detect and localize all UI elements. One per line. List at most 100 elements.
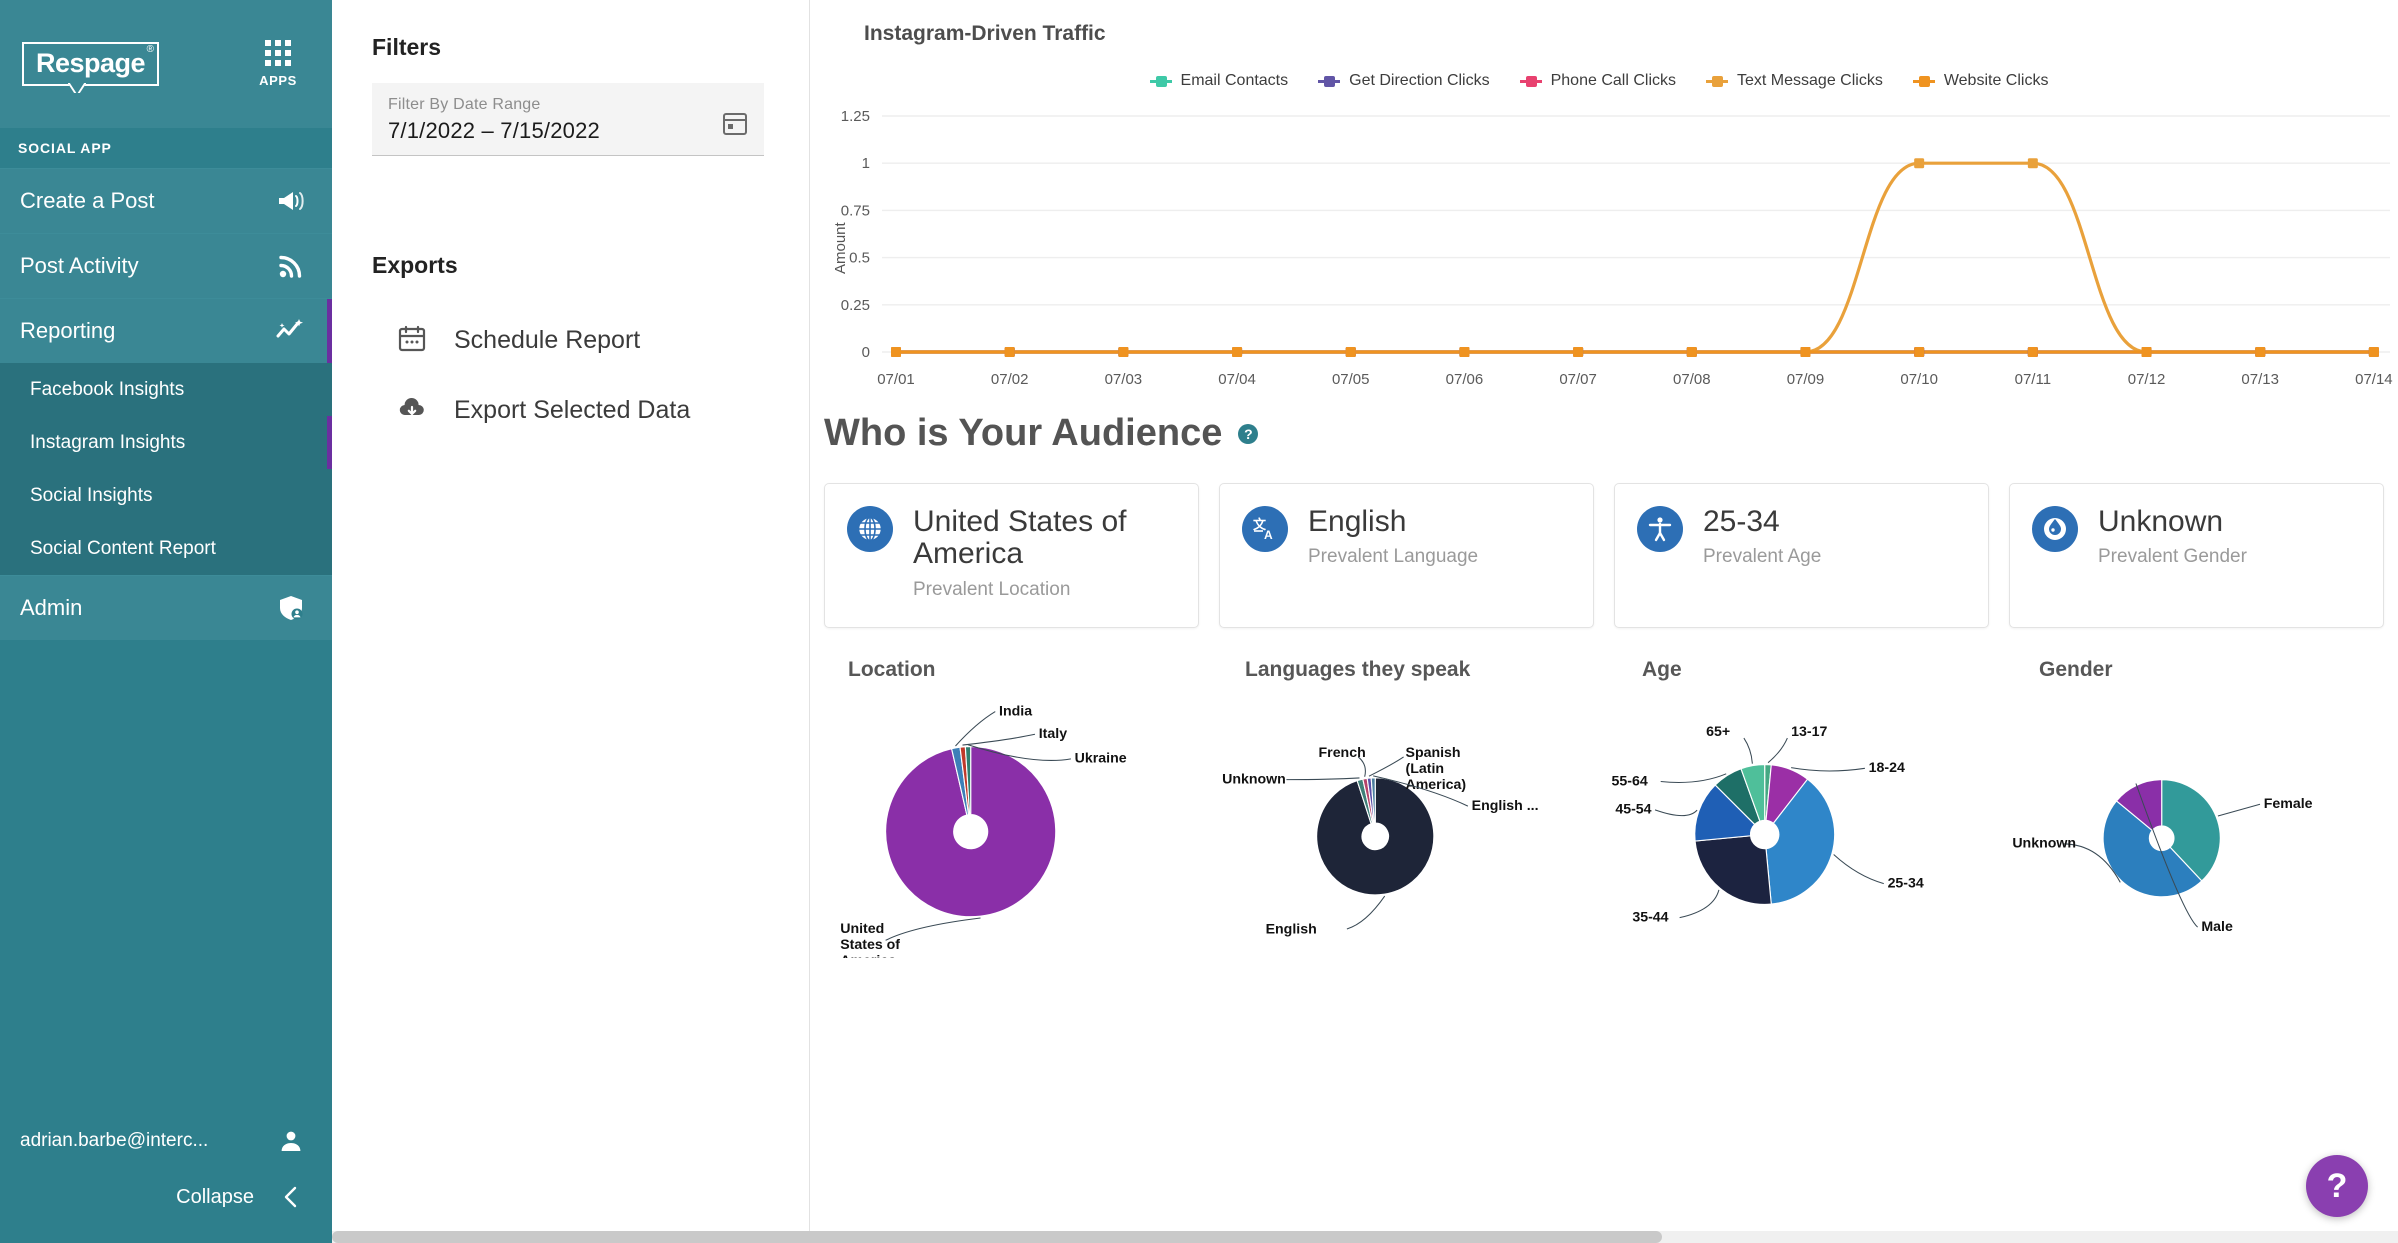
legend-marker — [1912, 75, 1935, 87]
calendar-picker-icon[interactable] — [722, 110, 748, 141]
svg-text:Ukraine: Ukraine — [1075, 750, 1127, 766]
brand-logo-text: Respage — [36, 48, 146, 78]
user-account-row[interactable]: adrian.barbe@interc... — [0, 1113, 332, 1169]
help-info-icon[interactable]: ? — [1238, 423, 1259, 444]
svg-text:25-34: 25-34 — [1888, 875, 1924, 891]
card-prevalent-gender[interactable]: Unknown Prevalent Gender — [2009, 483, 2384, 628]
svg-text:1.25: 1.25 — [841, 108, 870, 125]
sidebar-subitem-label: Instagram Insights — [30, 431, 186, 453]
legend-item-email-contacts[interactable]: Email Contacts — [1149, 72, 1289, 90]
legend-label: Website Clicks — [1943, 72, 2049, 89]
legend-item-phone-call-clicks[interactable]: Phone Call Clicks — [1519, 72, 1676, 90]
pie-svg-age: 13-17 18-24 25-34 35-44 45-54 55-64 65+ — [1612, 724, 1924, 925]
svg-text:07/07: 07/07 — [1559, 371, 1597, 388]
sidebar-item-social-content-report[interactable]: Social Content Report — [0, 522, 332, 575]
svg-text:07/06: 07/06 — [1446, 371, 1484, 388]
main-content: Instagram-Driven Traffic Email Contacts … — [810, 0, 2398, 1243]
sidebar-item-create-a-post[interactable]: Create a Post — [0, 168, 332, 233]
card-value: Unknown — [2098, 505, 2224, 538]
sidebar-item-instagram-insights[interactable]: Instagram Insights — [0, 416, 332, 469]
svg-text:Female: Female — [2264, 796, 2313, 812]
sidebar-item-label: Post Activity — [20, 253, 139, 278]
svg-text:India: India — [999, 703, 1032, 719]
horizontal-scrollbar[interactable] — [332, 1231, 2398, 1243]
pie-chart-location[interactable]: Location UnitedStates ofAmericaIndiaItal… — [810, 658, 1207, 958]
svg-text:07/11: 07/11 — [2015, 371, 2051, 388]
svg-text:07/14: 07/14 — [2355, 371, 2393, 388]
svg-text:18-24: 18-24 — [1869, 760, 1905, 776]
logo-pointer-tail — [68, 83, 86, 93]
pie-chart-languages[interactable]: Languages they speak English Unknown Frenc… — [1207, 658, 1604, 958]
chevron-left-icon — [276, 1182, 306, 1212]
apps-label: APPS — [259, 73, 297, 88]
apps-button[interactable]: APPS — [250, 40, 306, 88]
sidebar-item-post-activity[interactable]: Post Activity — [0, 233, 332, 298]
sidebar-item-reporting[interactable]: Reporting — [0, 298, 332, 363]
svg-text:07/05: 07/05 — [1332, 371, 1370, 388]
collapse-button[interactable]: Collapse — [0, 1169, 332, 1225]
date-range-field[interactable]: Filter By Date Range 7/1/2022 – 7/15/202… — [372, 83, 764, 156]
svg-text:Italy: Italy — [1039, 726, 1067, 742]
analytics-icon — [276, 316, 306, 346]
audience-title: Who is Your Audience — [824, 412, 1223, 454]
gender-icon — [2032, 506, 2078, 552]
svg-text:French: French — [1319, 745, 1366, 761]
pie-svg-gender: Female Unknown Male — [2012, 778, 2313, 935]
svg-text:A: A — [1264, 528, 1273, 542]
svg-text:45-54: 45-54 — [1615, 801, 1651, 817]
sidebar-item-facebook-insights[interactable]: Facebook Insights — [0, 363, 332, 416]
filters-pane: Filters Filter By Date Range 7/1/2022 – … — [332, 0, 810, 1243]
help-fab-button[interactable]: ? — [2306, 1155, 2368, 1217]
card-subtitle: Prevalent Language — [1308, 546, 1479, 568]
pie-chart-age[interactable]: Age 13-17 18-24 25-34 35-44 45-54 55-64 65+ — [1604, 658, 2001, 958]
legend-label: Phone Call Clicks — [1550, 72, 1676, 89]
line-chart-legend: Email Contacts Get Direction Clicks Phon… — [810, 72, 2398, 90]
legend-marker — [1706, 75, 1728, 87]
accessibility-icon — [1637, 506, 1683, 552]
svg-text:07/12: 07/12 — [2128, 371, 2166, 388]
card-subtitle: Prevalent Gender — [2098, 546, 2247, 568]
legend-label: Email Contacts — [1180, 72, 1289, 89]
pie-chart-gender[interactable]: Gender Female Unknown Male — [2001, 658, 2398, 958]
audience-cards: United States of America Prevalent Locat… — [810, 455, 2398, 628]
legend-label: Text Message Clicks — [1737, 72, 1883, 89]
export-item-label: Schedule Report — [454, 325, 641, 354]
y-axis-label: Amount — [832, 222, 849, 274]
svg-text:07/03: 07/03 — [1105, 371, 1143, 388]
megaphone-icon — [276, 186, 306, 216]
svg-text:English: English — [1266, 921, 1317, 937]
card-prevalent-location[interactable]: United States of America Prevalent Locat… — [824, 483, 1199, 628]
export-selected-data-button[interactable]: Export Selected Data — [372, 375, 769, 445]
pie-svg-languages: English Unknown French Spanish (Latin America… — [1222, 745, 1538, 938]
sidebar-item-label: Create a Post — [20, 188, 155, 213]
svg-text:0.25: 0.25 — [841, 297, 870, 314]
calendar-icon — [398, 324, 426, 357]
svg-text:Male: Male — [2201, 919, 2233, 935]
user-email: adrian.barbe@interc... — [20, 1130, 209, 1151]
scrollbar-thumb[interactable] — [332, 1231, 1662, 1243]
card-subtitle: Prevalent Age — [1703, 546, 1822, 568]
card-prevalent-age[interactable]: 25-34 Prevalent Age — [1614, 483, 1989, 628]
sidebar-item-admin[interactable]: Admin — [0, 575, 332, 640]
svg-text:Spanish(LatinAmerica): Spanish (Latin America) — [1406, 745, 1467, 793]
svg-text:UnitedStates ofAmerica: UnitedStates ofAmerica — [840, 921, 900, 958]
sidebar-footer: adrian.barbe@interc... Collapse — [0, 1113, 332, 1243]
sidebar-subitem-label: Social Content Report — [30, 537, 216, 559]
collapse-label: Collapse — [176, 1185, 254, 1208]
legend-item-website-clicks[interactable]: Website Clicks — [1912, 72, 2049, 90]
legend-item-text-message-clicks[interactable]: Text Message Clicks — [1706, 72, 1883, 90]
svg-text:0.75: 0.75 — [841, 202, 870, 219]
active-accent-bar — [327, 416, 332, 469]
svg-text:Unknown: Unknown — [1222, 771, 1286, 787]
line-chart-plot[interactable]: Amount 0 0.25 0.5 0.75 1 1.25 07/01 07/02 07/03 0… — [810, 102, 2398, 402]
audience-pie-charts: Location UnitedStates ofAmericaIndiaItal… — [810, 628, 2398, 958]
legend-item-get-direction-clicks[interactable]: Get Direction Clicks — [1318, 72, 1490, 90]
registered-mark: ® — [146, 44, 154, 55]
brand-logo[interactable]: Respage ® — [22, 42, 160, 86]
card-prevalent-language[interactable]: 文A English Prevalent Language — [1219, 483, 1594, 628]
sidebar-item-social-insights[interactable]: Social Insights — [0, 469, 332, 522]
sidebar: Respage ® APPS SOCIAL APP Create a Post … — [0, 0, 332, 1243]
schedule-report-button[interactable]: Schedule Report — [372, 305, 769, 375]
legend-label: Get Direction Clicks — [1349, 72, 1490, 89]
apps-grid-icon — [250, 40, 306, 66]
